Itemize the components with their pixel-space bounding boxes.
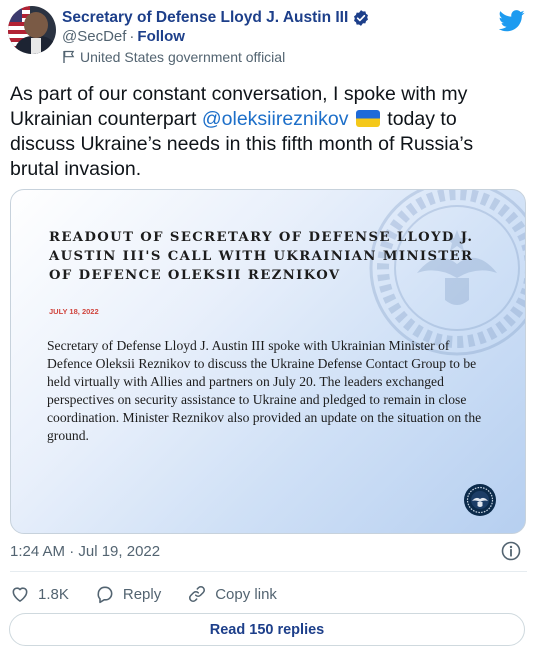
tweet-text: As part of our constant conversation, I … bbox=[10, 82, 525, 182]
reply-button[interactable]: Reply bbox=[95, 584, 161, 604]
like-button[interactable]: 1.8K bbox=[10, 584, 69, 604]
action-bar: 1.8K Reply Copy link bbox=[10, 583, 303, 605]
tweet-header: Secretary of Defense Lloyd J. Austin III… bbox=[8, 6, 529, 70]
copy-link-button[interactable]: Copy link bbox=[187, 584, 277, 604]
author-handle[interactable]: @SecDef bbox=[62, 28, 126, 45]
reply-bubble-icon bbox=[97, 586, 113, 604]
like-count: 1.8K bbox=[38, 585, 69, 603]
dod-seal-icon bbox=[464, 484, 496, 516]
readout-date: JULY 18, 2022 bbox=[49, 307, 99, 316]
twitter-bird-icon[interactable] bbox=[499, 10, 525, 32]
follow-button[interactable]: Follow bbox=[137, 28, 185, 45]
account-label-row: United States government official bbox=[62, 49, 285, 65]
verified-badge-icon bbox=[354, 10, 369, 26]
copy-link-label: Copy link bbox=[215, 585, 277, 603]
author-name-row: Secretary of Defense Lloyd J. Austin III bbox=[62, 7, 370, 29]
account-label: United States government official bbox=[80, 49, 286, 65]
read-replies-button[interactable]: Read 150 replies bbox=[9, 613, 525, 646]
author-handle-row: @SecDef · Follow bbox=[62, 28, 185, 45]
reply-label: Reply bbox=[122, 585, 162, 603]
ukraine-flag-emoji-icon bbox=[355, 110, 380, 127]
author-display-name[interactable]: Secretary of Defense Lloyd J. Austin III bbox=[62, 9, 348, 27]
readout-title: READOUT OF SECRETARY OF DEFENSE LLOYD J.… bbox=[49, 230, 474, 283]
heart-icon bbox=[12, 587, 28, 602]
readout-body: Secretary of Defense Lloyd J. Austin III… bbox=[47, 338, 482, 443]
media-image-card[interactable]: READOUT OF SECRETARY OF DEFENSE LLOYD J.… bbox=[10, 189, 526, 534]
info-icon[interactable] bbox=[501, 541, 521, 561]
tweet-embed: Secretary of Defense Lloyd J. Austin III… bbox=[0, 0, 537, 657]
avatar[interactable] bbox=[8, 6, 56, 54]
mention-link[interactable]: @oleksiireznikov bbox=[202, 108, 349, 130]
tweet-timestamp[interactable]: 1:24 AM · Jul 19, 2022 bbox=[10, 543, 160, 560]
separator-dot: · bbox=[129, 28, 135, 45]
link-icon bbox=[189, 586, 206, 602]
divider bbox=[10, 571, 527, 572]
government-flag-icon bbox=[63, 50, 75, 63]
